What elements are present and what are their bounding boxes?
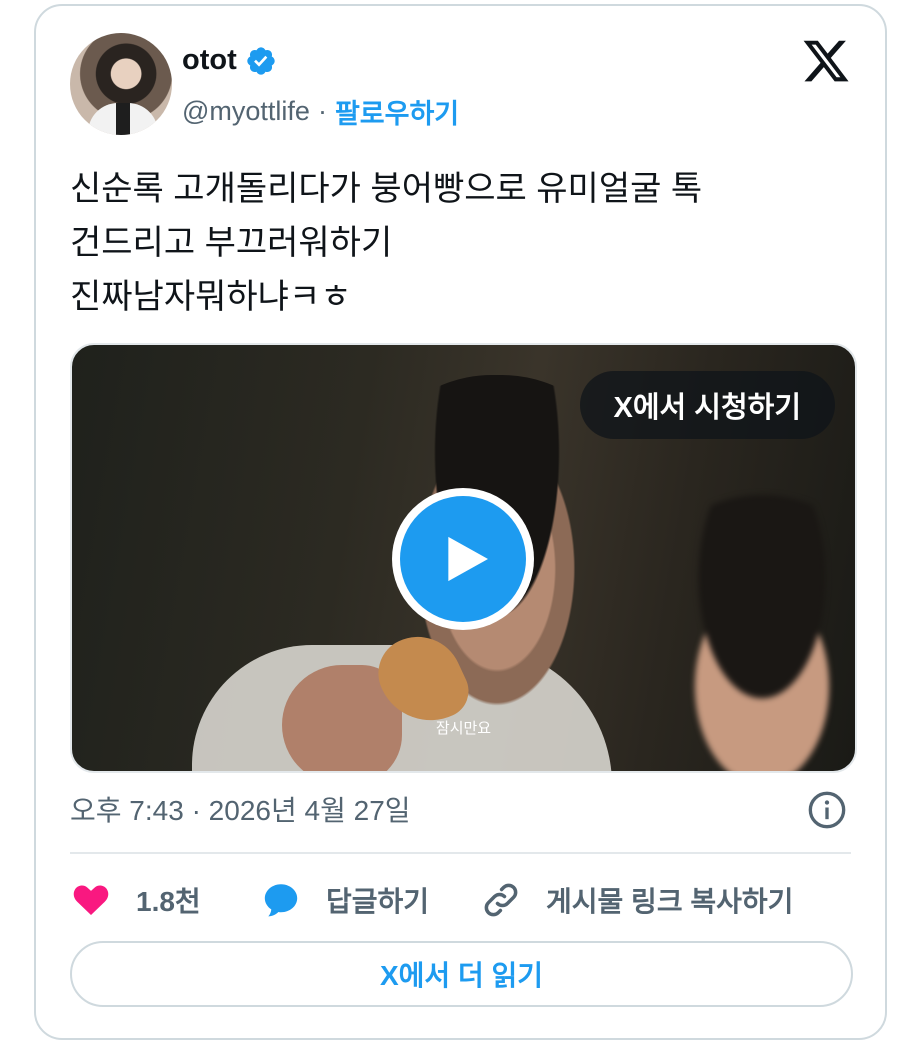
avatar[interactable] — [70, 33, 172, 135]
copy-link-button[interactable]: 게시물 링크 복사하기 — [480, 879, 793, 921]
author-handle[interactable]: @myottlife — [182, 96, 310, 127]
separator-dot: · — [317, 96, 327, 126]
like-count: 1.8천 — [136, 886, 201, 917]
link-icon — [484, 883, 518, 917]
play-icon — [448, 536, 488, 582]
info-icon[interactable] — [807, 790, 847, 830]
tweet-timestamp[interactable]: 오후 7:43 · 2026년 4월 27일 — [70, 789, 411, 829]
author-name[interactable]: otot — [182, 44, 237, 77]
tweet-text-line: 건드리고 부끄러워하기 — [70, 224, 393, 262]
x-logo-icon[interactable] — [801, 36, 851, 86]
heart-icon — [73, 885, 109, 916]
action-bar: 1.8천 답글하기 게시물 링크 복사하기 — [70, 872, 793, 928]
verified-badge-icon — [247, 46, 275, 75]
tweet-text: 신순록 고개돌리다가 붕어빵으로 유미얼굴 톡 건드리고 부끄러워하기 진짜남자… — [70, 162, 850, 324]
divider — [70, 852, 851, 854]
watch-on-x-button[interactable]: X에서 시청하기 — [579, 371, 835, 439]
video-thumbnail[interactable]: X에서 시청하기 잠시만요 — [70, 343, 857, 773]
tweet-embed-card: otot @myottlife · 팔로우하기 신순록 고개돌리다가 붕어빵으로… — [34, 4, 887, 1040]
reply-bubble-icon — [264, 884, 298, 917]
reply-button[interactable]: 답글하기 — [260, 879, 480, 921]
play-button[interactable] — [392, 488, 534, 630]
tweet-text-line: 신순록 고개돌리다가 붕어빵으로 유미얼굴 톡 — [70, 170, 703, 208]
follow-button[interactable]: 팔로우하기 — [335, 92, 459, 131]
handle-row: @myottlife · 팔로우하기 — [182, 92, 459, 131]
author-name-row: otot — [182, 44, 277, 77]
reply-label: 답글하기 — [326, 886, 430, 917]
copy-link-label: 게시물 링크 복사하기 — [546, 886, 794, 917]
tweet-text-line: 진짜남자뭐하냐ㅋㅎ — [70, 278, 352, 316]
read-more-button[interactable]: X에서 더 읽기 — [70, 941, 853, 1007]
video-subtitle: 잠시만요 — [435, 720, 492, 737]
like-button[interactable]: 1.8천 — [70, 879, 260, 921]
